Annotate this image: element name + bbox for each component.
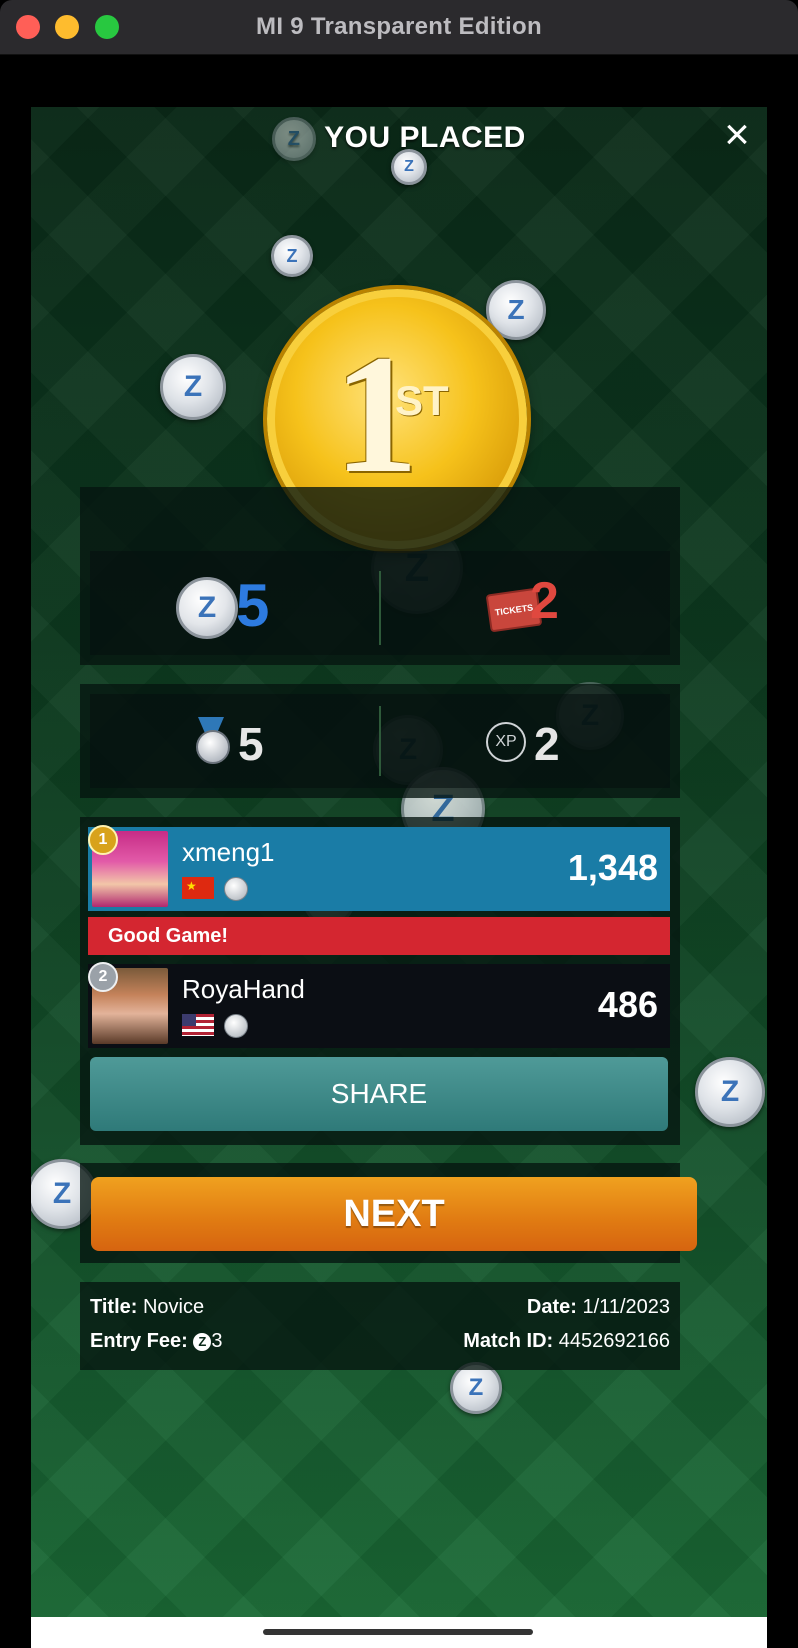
ticket-reward: 2 (530, 572, 559, 630)
player-score: 1,348 (567, 847, 658, 888)
medal-icon (196, 730, 230, 764)
window-title: MI 9 Transparent Edition (256, 13, 542, 40)
next-button[interactable]: NEXT (91, 1177, 697, 1251)
match-id-label: Match ID: (463, 1330, 554, 1352)
player-row-2: 2 RoyaHand 486 (88, 962, 670, 1048)
xp-count: 2 (534, 718, 560, 770)
match-info-panel: Title: Novice Entry Fee: Z3 Date: 1/11/2… (80, 1282, 680, 1370)
home-indicator[interactable] (263, 1629, 533, 1635)
entry-fee: Entry Fee: Z3 (90, 1330, 223, 1353)
player-name: RoyaHand (182, 974, 305, 1004)
coin-icon: Z (695, 1057, 765, 1127)
game-screen: ZYOU PLACED × Z Z Z Z Z Z Z Z Z Z Z Z 1 … (31, 107, 767, 1617)
coin-icon: Z (272, 117, 317, 161)
window-title-bar: MI 9 Transparent Edition (0, 0, 798, 55)
rank-badge: 1 (88, 825, 118, 855)
chat-message: Good Game! (88, 917, 670, 955)
medal-count: 5 (238, 718, 264, 770)
close-icon[interactable]: × (715, 113, 759, 157)
leaderboard-panel: 1 xmeng1 ★ 1,348 Good Game! 2 RoyaHand 4… (80, 817, 680, 1145)
coin-icon: Z (271, 235, 313, 277)
player-row-1: 1 xmeng1 ★ 1,348 (88, 825, 670, 911)
coin-icon: Z (160, 354, 226, 420)
match-title: Title: Novice (90, 1296, 204, 1319)
china-flag-icon: ★ (182, 877, 214, 899)
usa-flag-icon (182, 1014, 214, 1036)
date-label: Date: (526, 1296, 577, 1318)
xp-icon: XP (486, 722, 526, 762)
placement-suffix: ST (395, 377, 449, 424)
entry-fee-label: Entry Fee: (90, 1330, 188, 1352)
coin-icon (224, 877, 248, 901)
divider (379, 571, 381, 645)
coin-icon: Z (391, 149, 427, 185)
title-value: Novice (142, 1296, 205, 1318)
match-date: Date: 1/11/2023 (527, 1296, 670, 1319)
coin-icon: Z (486, 280, 546, 340)
date-value: 1/11/2023 (582, 1296, 671, 1318)
match-id: Match ID: 4452692166 (463, 1330, 670, 1353)
z-coin-reward: 5 (236, 572, 270, 639)
match-id-value: 4452692166 (558, 1330, 670, 1352)
entry-fee-value: 3 (211, 1330, 223, 1352)
divider (379, 706, 381, 776)
z-coin-icon: Z (176, 577, 238, 639)
coin-icon: Z (193, 1332, 212, 1351)
player-name: xmeng1 (182, 837, 275, 867)
title-label: Title: (90, 1296, 138, 1318)
share-button[interactable]: SHARE (90, 1057, 668, 1131)
you-placed-text: YOU PLACED (324, 120, 526, 154)
coin-icon (224, 1014, 248, 1038)
player-score: 486 (597, 984, 658, 1025)
stats-panel: 5 XP 2 (80, 684, 680, 798)
rank-badge: 2 (88, 962, 118, 992)
rewards-panel: Z 5 TICKETS 2 (80, 487, 680, 665)
